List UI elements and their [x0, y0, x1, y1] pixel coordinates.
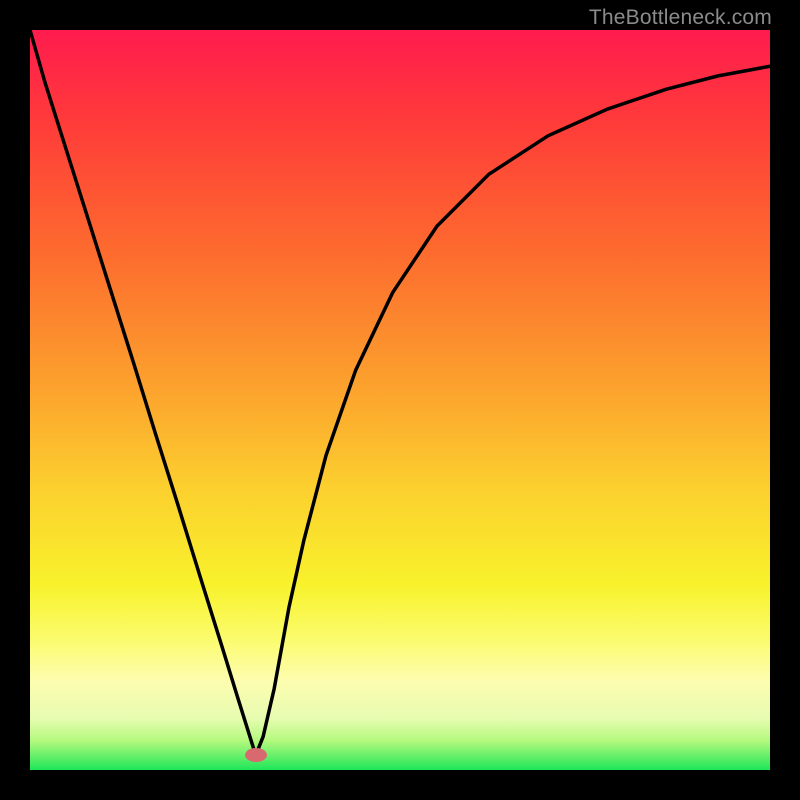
- bottleneck-curve: [30, 30, 770, 755]
- watermark-text: TheBottleneck.com: [589, 6, 772, 30]
- curve-layer: [30, 30, 770, 770]
- chart-frame: TheBottleneck.com: [0, 0, 800, 800]
- optimal-point-marker: [245, 748, 267, 762]
- plot-area: [30, 30, 770, 770]
